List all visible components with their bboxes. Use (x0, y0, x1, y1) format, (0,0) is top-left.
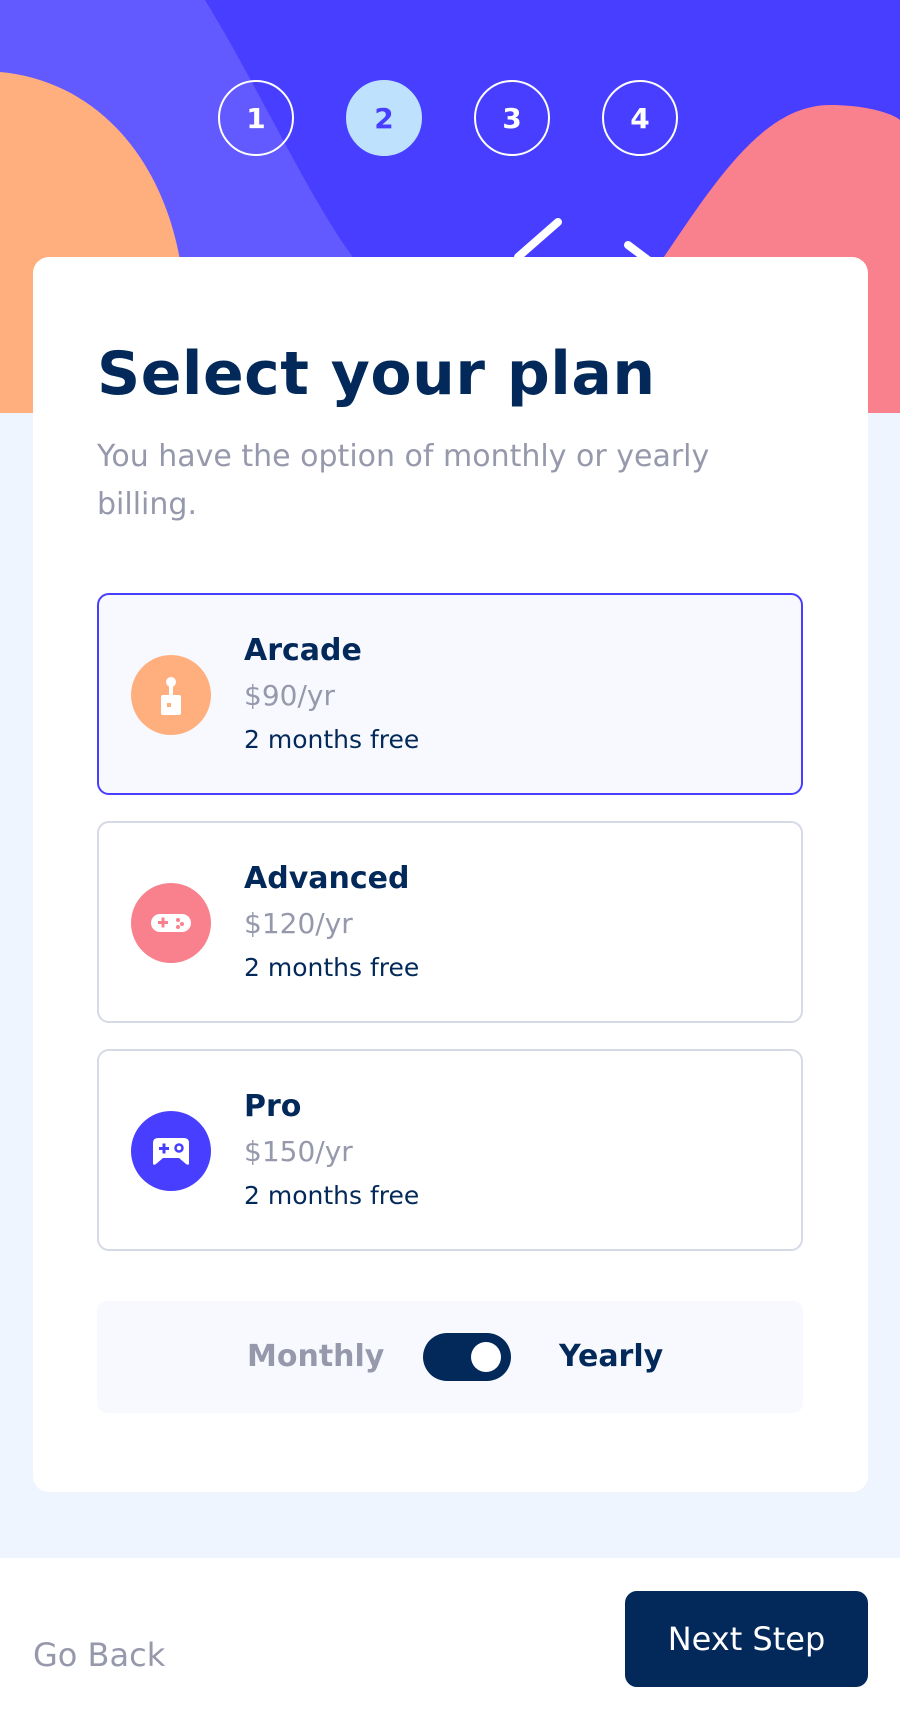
next-step-button[interactable]: Next Step (625, 1591, 868, 1687)
yearly-label[interactable]: Yearly (559, 1339, 663, 1374)
step-4[interactable]: 4 (602, 80, 678, 156)
page-subtitle: You have the option of monthly or yearly… (97, 439, 710, 522)
plan-name: Advanced (244, 861, 410, 896)
plan-name: Arcade (244, 633, 362, 668)
plan-name: Pro (244, 1089, 302, 1124)
plan-option-arcade[interactable]: Arcade $90/yr 2 months free (97, 593, 803, 795)
switch-knob (471, 1342, 501, 1372)
plan-price: $120/yr (244, 907, 353, 940)
step-indicator: 1 2 3 4 (0, 80, 900, 160)
page-title: Select your plan (97, 339, 656, 409)
plan-promo: 2 months free (244, 1181, 420, 1210)
monthly-label[interactable]: Monthly (247, 1339, 384, 1374)
gamepad-icon (131, 883, 211, 963)
plan-option-pro[interactable]: Pro $150/yr 2 months free (97, 1049, 803, 1251)
plan-price: $150/yr (244, 1135, 353, 1168)
plan-card: Select your plan You have the option of … (33, 257, 868, 1492)
arcade-joystick-icon (131, 655, 211, 735)
go-back-link[interactable]: Go Back (33, 1636, 165, 1674)
billing-toggle-bar: Monthly Yearly (97, 1301, 803, 1413)
footer-bar: Go Back Next Step (0, 1558, 900, 1718)
plan-option-advanced[interactable]: Advanced $120/yr 2 months free (97, 821, 803, 1023)
billing-switch[interactable] (423, 1333, 511, 1381)
step-3[interactable]: 3 (474, 80, 550, 156)
step-2-active[interactable]: 2 (346, 80, 422, 156)
plan-promo: 2 months free (244, 725, 420, 754)
step-1[interactable]: 1 (218, 80, 294, 156)
plan-price: $90/yr (244, 679, 335, 712)
plan-promo: 2 months free (244, 953, 420, 982)
controller-icon (131, 1111, 211, 1191)
